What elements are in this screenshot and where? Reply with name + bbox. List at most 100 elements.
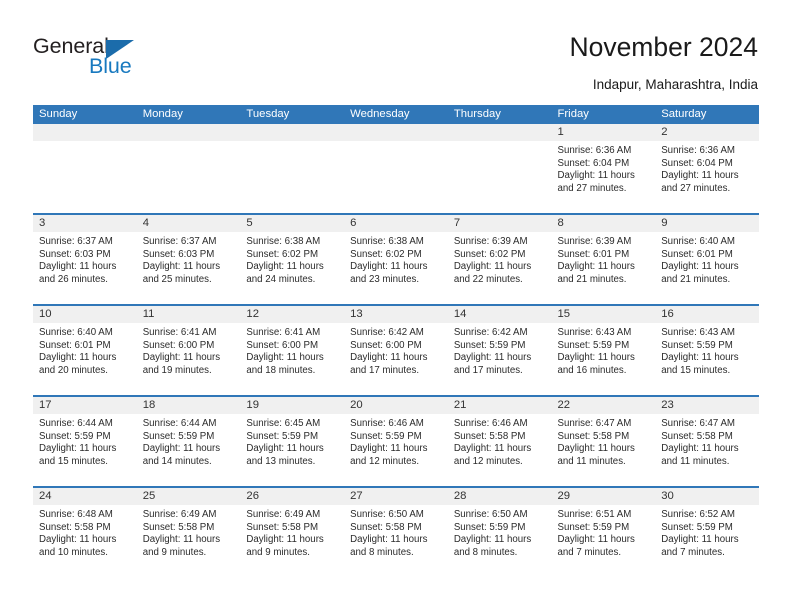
sunset-text: Sunset: 5:59 PM xyxy=(453,339,526,351)
sunset-text: Sunset: 5:59 PM xyxy=(350,430,422,442)
weekday-header-wednesday: Wednesday xyxy=(344,105,448,124)
calendar-day-cell[interactable]: 8 Sunrise: 6:39 AM Sunset: 6:01 PM Daylight… xyxy=(551,213,656,305)
calendar-day-cell[interactable]: 19 Sunrise: 6:45 AM Sunset: 5:59 PM Dayligh… xyxy=(240,395,345,487)
calendar-day-cell[interactable]: 4 Sunrise: 6:37 AM Sunset: 6:03 PM Daylight… xyxy=(136,213,241,305)
day-number: 22 xyxy=(551,397,656,414)
daylight-text: Daylight: 11 hours and 8 minutes. xyxy=(350,534,428,558)
sunrise-text: Sunrise: 6:46 AM xyxy=(350,418,424,429)
day-cell-inner: 29 Sunrise: 6:51 AM Sunset: 5:59 PM Dayligh… xyxy=(551,488,656,577)
calendar-day-cell[interactable]: 25 Sunrise: 6:49 AM Sunset: 5:58 PM Dayligh… xyxy=(136,486,241,577)
day-number: 1 xyxy=(551,124,656,141)
day-cell-inner: 26 Sunrise: 6:49 AM Sunset: 5:58 PM Dayligh… xyxy=(240,488,345,577)
day-details: Sunrise: 6:47 AM Sunset: 5:58 PM Daylight:… xyxy=(552,414,656,468)
day-number: 14 xyxy=(447,306,552,323)
sunrise-text: Sunrise: 6:39 AM xyxy=(557,236,632,247)
calendar-day-cell[interactable]: 18 Sunrise: 6:44 AM Sunset: 5:59 PM Dayligh… xyxy=(136,395,241,487)
logo-text-blue: Blue xyxy=(89,54,132,78)
daylight-text: Daylight: 11 hours and 21 minutes. xyxy=(557,261,635,285)
day-details: Sunrise: 6:44 AM Sunset: 5:59 PM Daylight:… xyxy=(33,414,137,468)
sunset-text: Sunset: 6:02 PM xyxy=(453,248,526,260)
calendar-day-cell[interactable]: 20 Sunrise: 6:46 AM Sunset: 5:59 PM Dayligh… xyxy=(344,395,448,487)
calendar-day-cell[interactable]: 24 Sunrise: 6:48 AM Sunset: 5:58 PM Dayligh… xyxy=(33,486,137,577)
location-subtitle: Indapur, Maharashtra, India xyxy=(592,77,758,92)
calendar-day-cell[interactable]: 12 Sunrise: 6:41 AM Sunset: 6:00 PM Dayligh… xyxy=(240,304,345,396)
calendar-day-cell[interactable]: 16 Sunrise: 6:43 AM Sunset: 5:59 PM Dayligh… xyxy=(655,304,759,396)
calendar-day-cell[interactable]: 22 Sunrise: 6:47 AM Sunset: 5:58 PM Dayligh… xyxy=(551,395,656,487)
calendar-day-cell[interactable]: 3 Sunrise: 6:37 AM Sunset: 6:03 PM Daylight… xyxy=(33,213,137,305)
sunset-text: Sunset: 6:02 PM xyxy=(246,248,319,260)
day-number: 3 xyxy=(33,215,137,232)
calendar-day-cell[interactable]: 17 Sunrise: 6:44 AM Sunset: 5:59 PM Dayligh… xyxy=(33,395,137,487)
day-number xyxy=(447,124,552,141)
day-number: 11 xyxy=(136,306,241,323)
calendar-body: 1 Sunrise: 6:36 AM Sunset: 6:04 PM Daylight… xyxy=(33,124,759,577)
day-details: Sunrise: 6:37 AM Sunset: 6:03 PM Daylight:… xyxy=(33,232,137,286)
calendar-day-cell[interactable]: 30 Sunrise: 6:52 AM Sunset: 5:59 PM Dayligh… xyxy=(655,486,759,577)
calendar-day-cell[interactable]: 2 Sunrise: 6:36 AM Sunset: 6:04 PM Daylight… xyxy=(655,124,759,214)
day-number: 29 xyxy=(551,488,656,505)
sunrise-text: Sunrise: 6:46 AM xyxy=(453,418,528,429)
calendar-week-row: 10 Sunrise: 6:40 AM Sunset: 6:01 PM Dayligh… xyxy=(33,304,759,396)
day-cell-inner: 12 Sunrise: 6:41 AM Sunset: 6:00 PM Dayligh… xyxy=(240,306,345,395)
sunset-text: Sunset: 6:02 PM xyxy=(350,248,422,260)
sunset-text: Sunset: 5:58 PM xyxy=(453,430,526,442)
day-cell-inner xyxy=(33,124,137,213)
day-details: Sunrise: 6:44 AM Sunset: 5:59 PM Daylight:… xyxy=(137,414,241,468)
calendar-day-cell[interactable]: 11 Sunrise: 6:41 AM Sunset: 6:00 PM Dayligh… xyxy=(136,304,241,396)
day-number: 26 xyxy=(240,488,345,505)
calendar-day-cell[interactable]: 29 Sunrise: 6:51 AM Sunset: 5:59 PM Dayligh… xyxy=(551,486,656,577)
day-details: Sunrise: 6:46 AM Sunset: 5:59 PM Daylight:… xyxy=(344,414,448,468)
calendar-day-cell-empty xyxy=(136,124,241,214)
day-cell-inner: 6 Sunrise: 6:38 AM Sunset: 6:02 PM Daylight… xyxy=(344,215,448,304)
sunrise-text: Sunrise: 6:38 AM xyxy=(350,236,424,247)
daylight-text: Daylight: 11 hours and 14 minutes. xyxy=(142,443,221,467)
calendar-day-cell[interactable]: 7 Sunrise: 6:39 AM Sunset: 6:02 PM Daylight… xyxy=(447,213,552,305)
daylight-text: Daylight: 11 hours and 25 minutes. xyxy=(142,261,221,285)
calendar-day-cell[interactable]: 23 Sunrise: 6:47 AM Sunset: 5:58 PM Dayligh… xyxy=(655,395,759,487)
day-number: 16 xyxy=(655,306,759,323)
calendar-day-cell[interactable]: 27 Sunrise: 6:50 AM Sunset: 5:58 PM Dayligh… xyxy=(344,486,448,577)
calendar-day-cell[interactable]: 1 Sunrise: 6:36 AM Sunset: 6:04 PM Daylight… xyxy=(551,124,656,214)
day-details: Sunrise: 6:39 AM Sunset: 6:02 PM Daylight:… xyxy=(448,232,552,286)
daylight-text: Daylight: 11 hours and 21 minutes. xyxy=(661,261,739,285)
sunset-text: Sunset: 6:03 PM xyxy=(142,248,215,260)
general-blue-logo[interactable]: General Blue xyxy=(33,35,183,82)
day-details: Sunrise: 6:51 AM Sunset: 5:59 PM Daylight:… xyxy=(552,505,656,559)
calendar-day-cell[interactable]: 6 Sunrise: 6:38 AM Sunset: 6:02 PM Daylight… xyxy=(344,213,448,305)
day-cell-inner: 19 Sunrise: 6:45 AM Sunset: 5:59 PM Dayligh… xyxy=(240,397,345,486)
sunrise-text: Sunrise: 6:52 AM xyxy=(661,509,735,520)
day-cell-inner: 10 Sunrise: 6:40 AM Sunset: 6:01 PM Dayligh… xyxy=(33,306,137,395)
day-number: 20 xyxy=(344,397,448,414)
day-details: Sunrise: 6:52 AM Sunset: 5:59 PM Daylight:… xyxy=(655,505,759,559)
calendar-day-cell[interactable]: 21 Sunrise: 6:46 AM Sunset: 5:58 PM Dayligh… xyxy=(447,395,552,487)
day-number: 23 xyxy=(655,397,759,414)
calendar-day-cell[interactable]: 15 Sunrise: 6:43 AM Sunset: 5:59 PM Dayligh… xyxy=(551,304,656,396)
day-details: Sunrise: 6:47 AM Sunset: 5:58 PM Daylight:… xyxy=(655,414,759,468)
sunrise-text: Sunrise: 6:40 AM xyxy=(39,327,113,338)
sunset-text: Sunset: 6:01 PM xyxy=(39,339,111,351)
sunset-text: Sunset: 6:04 PM xyxy=(661,157,733,169)
weekday-header-row: Sunday Monday Tuesday Wednesday Thursday… xyxy=(33,105,759,124)
day-cell-inner: 5 Sunrise: 6:38 AM Sunset: 6:02 PM Daylight… xyxy=(240,215,345,304)
day-cell-inner: 22 Sunrise: 6:47 AM Sunset: 5:58 PM Dayligh… xyxy=(551,397,656,486)
day-details: Sunrise: 6:38 AM Sunset: 6:02 PM Daylight:… xyxy=(240,232,344,286)
calendar-day-cell[interactable]: 10 Sunrise: 6:40 AM Sunset: 6:01 PM Dayligh… xyxy=(33,304,137,396)
calendar-day-cell[interactable]: 14 Sunrise: 6:42 AM Sunset: 5:59 PM Dayligh… xyxy=(447,304,552,396)
daylight-text: Daylight: 11 hours and 10 minutes. xyxy=(39,534,117,558)
daylight-text: Daylight: 11 hours and 20 minutes. xyxy=(39,352,117,376)
day-details: Sunrise: 6:38 AM Sunset: 6:02 PM Daylight:… xyxy=(344,232,448,286)
sunset-text: Sunset: 6:03 PM xyxy=(39,248,111,260)
calendar-day-cell[interactable]: 28 Sunrise: 6:50 AM Sunset: 5:59 PM Dayligh… xyxy=(447,486,552,577)
calendar-day-cell[interactable]: 9 Sunrise: 6:40 AM Sunset: 6:01 PM Daylight… xyxy=(655,213,759,305)
daylight-text: Daylight: 11 hours and 12 minutes. xyxy=(453,443,532,467)
calendar-day-cell[interactable]: 26 Sunrise: 6:49 AM Sunset: 5:58 PM Dayligh… xyxy=(240,486,345,577)
sunrise-text: Sunrise: 6:42 AM xyxy=(350,327,424,338)
sunrise-text: Sunrise: 6:36 AM xyxy=(661,145,735,156)
sunset-text: Sunset: 6:04 PM xyxy=(557,157,630,169)
calendar-day-cell[interactable]: 5 Sunrise: 6:38 AM Sunset: 6:02 PM Daylight… xyxy=(240,213,345,305)
day-number: 4 xyxy=(136,215,241,232)
day-number: 5 xyxy=(240,215,345,232)
calendar-day-cell[interactable]: 13 Sunrise: 6:42 AM Sunset: 6:00 PM Dayligh… xyxy=(344,304,448,396)
calendar-grid: Sunday Monday Tuesday Wednesday Thursday… xyxy=(33,105,759,577)
daylight-text: Daylight: 11 hours and 22 minutes. xyxy=(453,261,532,285)
